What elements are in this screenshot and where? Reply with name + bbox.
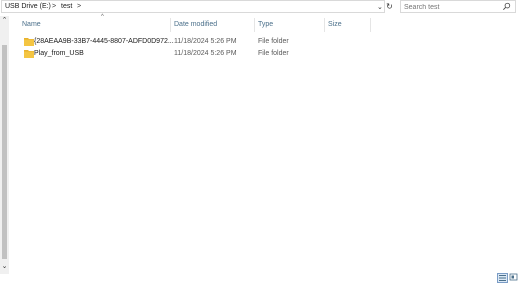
- folder-icon: [24, 50, 34, 58]
- file-date: 11/18/2024 5:26 PM: [174, 50, 237, 57]
- large-icons-view-button[interactable]: [509, 273, 520, 283]
- top-bar: USB Drive (E:) > test > ⌄ ↻: [0, 0, 523, 14]
- column-divider[interactable]: [370, 18, 371, 32]
- column-divider[interactable]: [254, 18, 255, 32]
- column-name[interactable]: Name: [22, 21, 41, 28]
- search-input[interactable]: [404, 2, 500, 12]
- file-row[interactable]: {28AEAA9B-33B7-4445-8807-ADFD0D972... 11…: [10, 36, 380, 48]
- breadcrumb-chevron-icon[interactable]: >: [77, 3, 81, 10]
- folder-icon: [24, 38, 34, 46]
- file-row[interactable]: Play_from_USB 11/18/2024 5:26 PM File fo…: [10, 48, 380, 60]
- large-icons-view-icon: [509, 273, 518, 281]
- details-view-button[interactable]: [497, 273, 508, 283]
- column-type[interactable]: Type: [258, 21, 273, 28]
- search-box[interactable]: [400, 0, 516, 13]
- column-size[interactable]: Size: [328, 21, 342, 28]
- sort-ascending-icon: ^: [101, 14, 104, 20]
- address-dropdown-icon[interactable]: ⌄: [377, 3, 383, 11]
- scroll-thumb[interactable]: [2, 45, 7, 259]
- file-type: File folder: [258, 38, 289, 45]
- file-name[interactable]: {28AEAA9B-33B7-4445-8807-ADFD0D972...: [34, 38, 174, 45]
- file-date: 11/18/2024 5:26 PM: [174, 38, 237, 45]
- address-bar[interactable]: USB Drive (E:) > test > ⌄: [1, 0, 385, 13]
- column-date-modified[interactable]: Date modified: [174, 21, 217, 28]
- scroll-down-icon[interactable]: ⌄: [0, 262, 9, 271]
- refresh-icon[interactable]: ↻: [384, 1, 395, 12]
- details-view-icon: [499, 275, 506, 281]
- column-header: Name ^ Date modified Type Size: [10, 14, 380, 32]
- search-icon[interactable]: [502, 2, 511, 11]
- column-divider[interactable]: [170, 18, 171, 32]
- scroll-up-icon[interactable]: ⌃: [0, 16, 9, 25]
- file-type: File folder: [258, 50, 289, 57]
- breadcrumb-drive[interactable]: USB Drive (E:): [5, 3, 51, 10]
- breadcrumb-folder[interactable]: test: [61, 3, 72, 10]
- column-divider[interactable]: [324, 18, 325, 32]
- breadcrumb-chevron-icon[interactable]: >: [52, 3, 56, 10]
- file-name[interactable]: Play_from_USB: [34, 50, 84, 57]
